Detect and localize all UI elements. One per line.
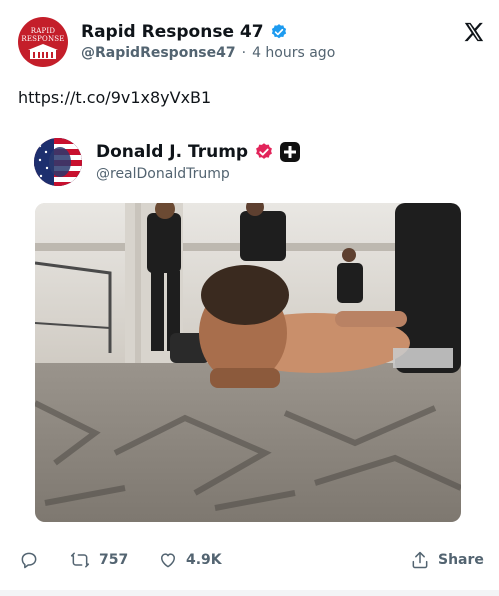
tweet-card: RAPID RESPONSE Rapid Response 47 @RapidR… [0, 0, 499, 596]
quoted-handle[interactable]: @realDonaldTrump [96, 166, 230, 182]
flag-portrait-avatar [34, 138, 82, 186]
arrest-photo-illustration [35, 203, 461, 522]
tweet-actions: 757 4.9K Share [0, 545, 499, 575]
quoted-display-name[interactable]: Donald J. Trump [96, 142, 248, 162]
author-handle-row: @RapidResponse47 · 4 hours ago [81, 45, 335, 61]
quoted-post-photo[interactable] [35, 203, 461, 522]
bottom-divider [0, 590, 499, 596]
timestamp[interactable]: 4 hours ago [252, 45, 335, 61]
heart-icon [161, 553, 175, 568]
share-label: Share [438, 552, 484, 568]
like-button[interactable]: 4.9K [158, 545, 222, 575]
retweet-count: 757 [99, 552, 129, 568]
tweet-link-text[interactable]: https://t.co/9v1x8yVxB1 [18, 88, 211, 107]
quoted-name-row: Donald J. Trump [96, 140, 301, 164]
truth-social-plus-icon [280, 142, 301, 162]
reply-icon [21, 552, 37, 569]
white-house-icon [28, 44, 58, 59]
share-button[interactable]: Share [410, 545, 484, 575]
x-logo-icon[interactable] [463, 21, 485, 43]
author-name-row: Rapid Response 47 [81, 20, 288, 44]
share-icon [412, 551, 428, 569]
avatar-logo-line2: RESPONSE [21, 35, 65, 43]
verified-badge-icon [256, 143, 273, 159]
author-display-name[interactable]: Rapid Response 47 [81, 22, 264, 42]
dot-separator: · [241, 45, 247, 61]
author-handle[interactable]: @RapidResponse47 [81, 45, 236, 61]
retweet-button[interactable]: 757 [69, 545, 128, 575]
like-count: 4.9K [186, 552, 222, 568]
retweet-icon [70, 552, 90, 568]
quoted-author-avatar[interactable] [34, 138, 82, 186]
verified-badge-icon [271, 24, 286, 39]
avatar-logo-line1: RAPID [30, 27, 56, 35]
author-avatar[interactable]: RAPID RESPONSE [18, 17, 68, 67]
reply-button[interactable] [19, 545, 39, 575]
